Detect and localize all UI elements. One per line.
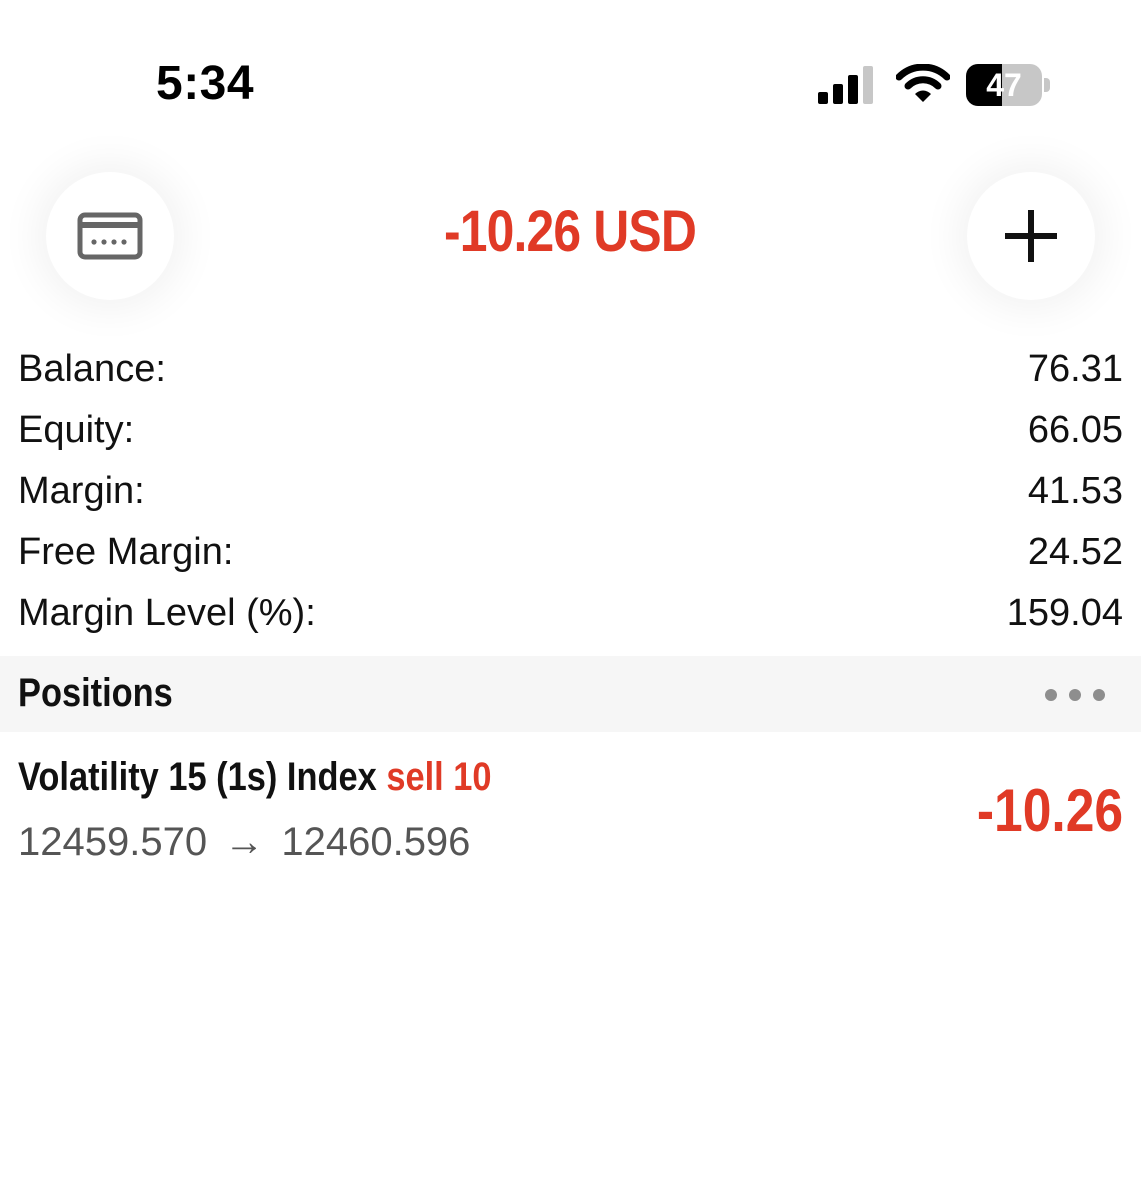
total-profit-loss: -10.26 USD bbox=[443, 199, 697, 264]
position-symbol: Volatility 15 (1s) Index bbox=[18, 755, 377, 799]
summary-label: Balance: bbox=[18, 348, 166, 390]
wifi-icon bbox=[896, 64, 950, 102]
account-header: -10.26 USD bbox=[0, 130, 1141, 330]
position-prices: 12459.570 → 12460.596 bbox=[18, 820, 470, 865]
positions-section-header: Positions bbox=[0, 656, 1141, 732]
position-row[interactable]: Volatility 15 (1s) Index sell 10 12459.5… bbox=[0, 740, 1141, 880]
summary-label: Margin Level (%): bbox=[18, 592, 316, 634]
battery-icon: 47 bbox=[966, 64, 1050, 106]
summary-label: Margin: bbox=[18, 470, 145, 512]
status-bar: 5:34 47 bbox=[0, 0, 1141, 130]
position-profit: -10.26 bbox=[976, 777, 1123, 844]
summary-row-balance: Balance: 76.31 bbox=[0, 340, 1141, 401]
account-summary: Balance: 76.31 Equity: 66.05 Margin: 41.… bbox=[0, 340, 1141, 645]
summary-value: 41.53 bbox=[1027, 470, 1123, 512]
position-title: Volatility 15 (1s) Index sell 10 bbox=[18, 755, 492, 800]
arrow-right-icon: → bbox=[224, 820, 265, 864]
summary-row-margin-level: Margin Level (%): 159.04 bbox=[0, 584, 1141, 645]
new-order-button[interactable] bbox=[967, 172, 1095, 300]
summary-label: Equity: bbox=[18, 409, 135, 451]
summary-row-equity: Equity: 66.05 bbox=[0, 401, 1141, 462]
positions-title: Positions bbox=[18, 671, 173, 715]
position-side-volume: sell 10 bbox=[386, 755, 492, 799]
summary-value: 76.31 bbox=[1027, 348, 1123, 390]
deposit-card-button[interactable] bbox=[46, 172, 174, 300]
summary-value: 24.52 bbox=[1027, 531, 1123, 573]
plus-icon bbox=[1005, 210, 1057, 262]
battery-percentage: 47 bbox=[986, 67, 1022, 103]
signal-icon bbox=[818, 66, 873, 104]
current-price: 12460.596 bbox=[281, 820, 471, 864]
summary-row-margin: Margin: 41.53 bbox=[0, 462, 1141, 523]
summary-value: 66.05 bbox=[1027, 409, 1123, 451]
summary-label: Free Margin: bbox=[18, 531, 234, 573]
more-icon[interactable] bbox=[1044, 688, 1106, 702]
summary-value: 159.04 bbox=[1006, 592, 1123, 634]
card-icon bbox=[77, 212, 143, 260]
open-price: 12459.570 bbox=[18, 820, 208, 864]
summary-row-free-margin: Free Margin: 24.52 bbox=[0, 523, 1141, 584]
app-screen: 5:34 47 -10.26 USD Balance: 76.31 Equity… bbox=[0, 0, 1141, 1200]
status-time: 5:34 bbox=[156, 57, 255, 110]
